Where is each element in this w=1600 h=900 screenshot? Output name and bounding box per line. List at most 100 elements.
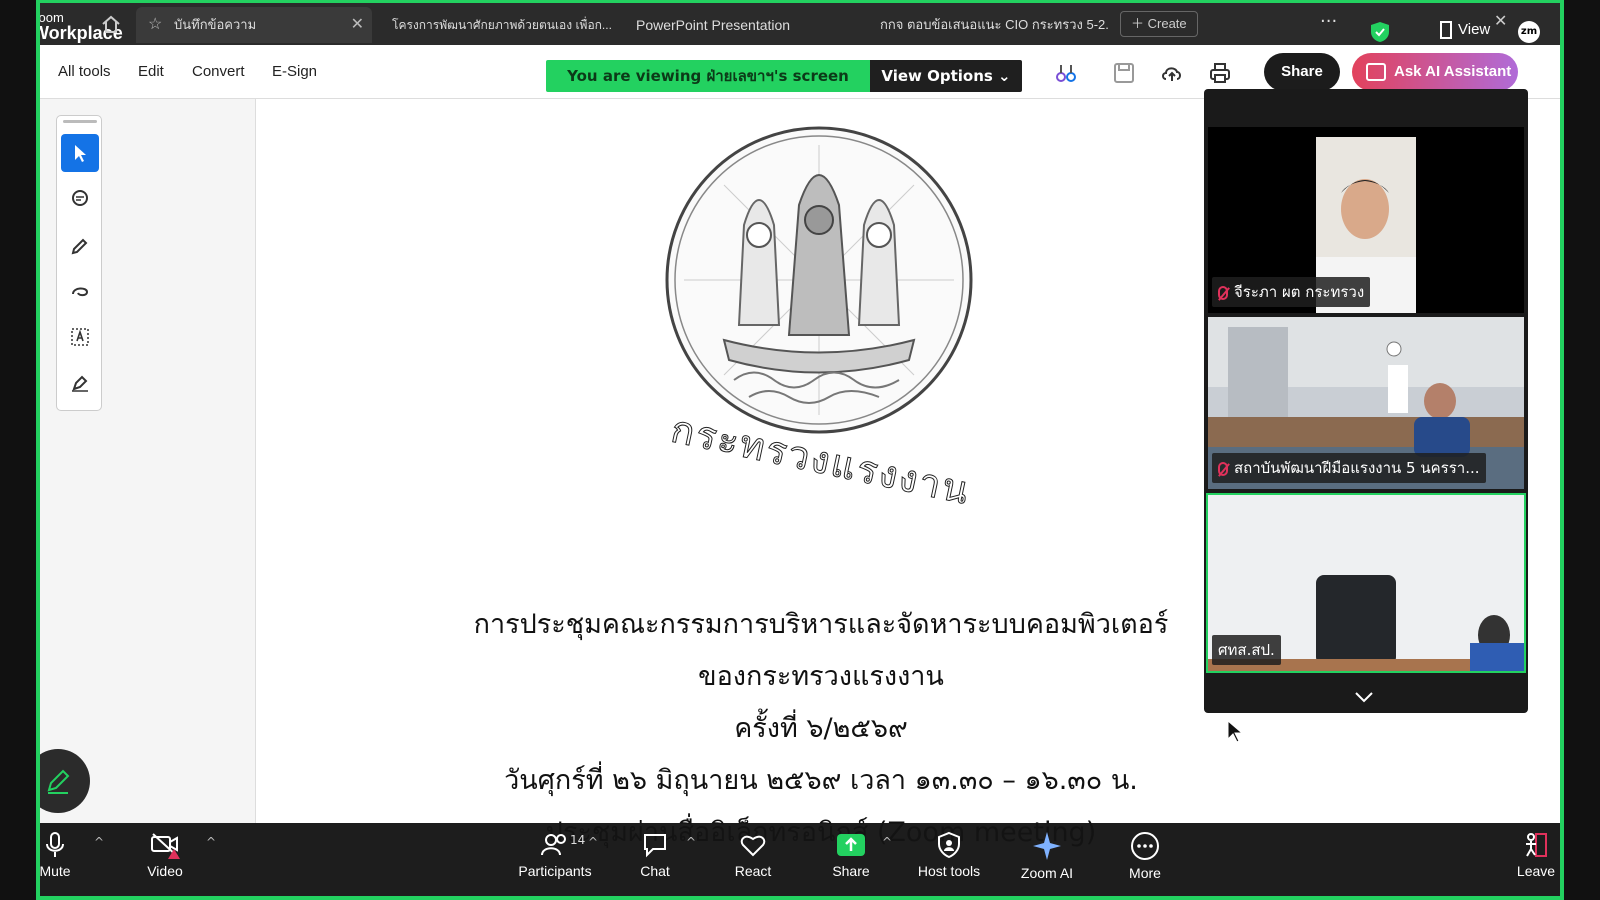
star-icon[interactable]: ☆	[148, 7, 162, 43]
pdf-document-page: กระทรวงแรงงาน การประชุมคณะกรรมการบริหารแ…	[256, 99, 1316, 848]
react-button[interactable]: React	[708, 827, 798, 879]
video-camera-off-icon	[151, 833, 180, 859]
window-close-icon[interactable]: ✕	[1494, 11, 1507, 30]
participant-name-label: จีระภา ผต กระทรวง	[1212, 277, 1371, 307]
more-label: More	[1129, 865, 1161, 881]
pencil-icon	[47, 769, 70, 794]
zoom-meeting-controls: Mute ^ Video ^ Participants 14 ^ Chat ^ …	[40, 823, 1560, 896]
participant-name: ศทส.สป.	[1218, 641, 1275, 659]
avatar[interactable]: zm	[1518, 21, 1540, 43]
left-tools-pane	[40, 99, 256, 823]
participant-name: สถาบันพัฒนาฝีมือแรงงาน 5 นครรา...	[1234, 459, 1480, 477]
menu-edit[interactable]: Edit	[138, 63, 164, 80]
more-dots-icon[interactable]: ···	[1320, 11, 1337, 32]
host-tools-button[interactable]: Host tools	[904, 827, 994, 879]
save-icon[interactable]	[1112, 61, 1136, 85]
tab-cio[interactable]: กกจ ตอบข้อเสนอแนะ CIO กระทรวง 5-2...	[868, 7, 1108, 43]
participant-name: จีระภา ผต กระทรวง	[1234, 283, 1365, 301]
video-tile-participant-3[interactable]: ศทส.สป.	[1206, 493, 1526, 673]
menu-convert[interactable]: Convert	[192, 63, 245, 80]
drag-handle[interactable]	[63, 120, 97, 123]
ai-chat-icon	[1366, 63, 1386, 81]
more-button[interactable]: More	[1100, 827, 1190, 881]
browser-tabstrip: zoom Workplace ☆ บันทึกข้อความ ✕ โครงการ…	[40, 3, 1560, 45]
chat-bubble-icon	[644, 834, 666, 858]
video-button[interactable]: Video	[120, 827, 210, 879]
zoom-ai-button[interactable]: Zoom AI	[1002, 827, 1092, 881]
participants-caret-icon[interactable]: ^	[588, 835, 598, 849]
mic-muted-icon	[1218, 461, 1228, 476]
viewing-banner: You are viewing ฝ่ายเลขาฯ's screen View …	[546, 60, 1022, 92]
tab-project[interactable]: โครงการพัฒนาศักยภาพด้วยตนเอง เพื่อก...	[380, 7, 616, 43]
close-icon[interactable]: ✕	[351, 7, 364, 43]
video-tile-participant-1[interactable]: จีระภา ผต กระทรวง	[1208, 127, 1524, 313]
freehand-icon	[72, 287, 89, 297]
audio-options-caret-icon[interactable]: ^	[94, 835, 104, 849]
video-label: Video	[147, 863, 183, 879]
create-button[interactable]: ＋ Create	[1120, 11, 1198, 37]
tab-powerpoint[interactable]: PowerPoint Presentation	[624, 7, 860, 43]
text-box-tool-button[interactable]	[61, 318, 99, 356]
video-options-caret-icon[interactable]: ^	[206, 835, 216, 849]
compare-tools-icon[interactable]	[1054, 61, 1078, 85]
screen-edge-right	[1564, 0, 1600, 900]
chat-label: Chat	[640, 863, 670, 879]
viewing-screen-text: You are viewing ฝ่ายเลขาฯ's screen	[546, 60, 870, 92]
select-tool-button[interactable]	[61, 134, 99, 172]
tab-label: กกจ ตอบข้อเสนอแนะ CIO กระทรวง 5-2...	[880, 17, 1108, 32]
more-dots-icon	[1131, 832, 1159, 860]
mute-button[interactable]: Mute	[39, 827, 100, 879]
annotate-pen-button[interactable]	[40, 749, 90, 813]
chat-caret-icon[interactable]: ^	[686, 835, 696, 849]
leave-label: Leave	[1516, 863, 1556, 879]
cloud-upload-icon[interactable]	[1160, 61, 1184, 85]
participants-button[interactable]: Participants	[510, 827, 600, 879]
doc-line-4: วันศุกร์ที่ ๒๖ มิถุนายน ๒๕๖๙ เวลา ๑๓.๓๐ …	[504, 765, 1138, 796]
quick-tools-rail	[56, 115, 102, 411]
shield-icon	[938, 831, 960, 859]
view-options-button[interactable]: View Options ⌄	[870, 60, 1022, 92]
share-button[interactable]: Share	[1264, 53, 1340, 91]
menu-all-tools[interactable]: All tools	[58, 63, 111, 80]
react-label: React	[734, 863, 772, 879]
comment-icon	[72, 190, 88, 206]
participants-label: Participants	[518, 863, 592, 879]
pen-sign-icon	[72, 375, 88, 392]
view-layout-icon	[1440, 21, 1452, 40]
heart-icon	[740, 835, 766, 857]
participant-name-label: ศทส.สป.	[1212, 635, 1281, 665]
share-screen-icon	[837, 834, 865, 856]
chevron-down-icon[interactable]	[1354, 691, 1374, 703]
security-shield-icon[interactable]	[1370, 21, 1390, 43]
host-tools-label: Host tools	[917, 863, 981, 879]
sparkle-icon	[1033, 832, 1061, 860]
home-icon[interactable]	[100, 13, 122, 35]
highlight-tool-button[interactable]	[61, 226, 99, 264]
sign-tool-button[interactable]	[61, 364, 99, 402]
tab-label: PowerPoint Presentation	[636, 17, 791, 33]
share-caret-icon[interactable]: ^	[882, 835, 892, 849]
microphone-icon	[46, 832, 64, 857]
ask-ai-assistant-button[interactable]: Ask AI Assistant	[1352, 53, 1518, 91]
menu-esign[interactable]: E-Sign	[272, 63, 317, 80]
zoom-ai-label: Zoom AI	[1020, 865, 1074, 881]
mute-label: Mute	[39, 863, 71, 879]
tab-memo[interactable]: ☆ บันทึกข้อความ ✕	[136, 7, 372, 43]
view-button[interactable]: View	[1440, 21, 1491, 40]
plus-icon: ＋	[1131, 16, 1148, 31]
text-box-icon	[71, 328, 89, 346]
participants-count: 14	[570, 833, 586, 847]
view-options-label: View Options	[881, 67, 993, 85]
chevron-down-icon: ⌄	[998, 67, 1011, 85]
draw-tool-button[interactable]	[61, 272, 99, 310]
shared-screen-frame: zoom Workplace ☆ บันทึกข้อความ ✕ โครงการ…	[36, 0, 1564, 900]
cursor-arrow-icon	[75, 145, 86, 162]
create-label: Create	[1147, 16, 1187, 31]
video-tile-participant-2[interactable]: สถาบันพัฒนาฝีมือแรงงาน 5 นครรา...	[1208, 317, 1524, 489]
leave-button[interactable]: Leave	[1510, 827, 1560, 879]
ai-label: Ask AI Assistant	[1394, 63, 1512, 80]
print-icon[interactable]	[1208, 61, 1232, 85]
view-label: View	[1458, 21, 1491, 38]
comment-tool-button[interactable]	[61, 180, 99, 218]
highlighter-icon	[71, 238, 88, 255]
